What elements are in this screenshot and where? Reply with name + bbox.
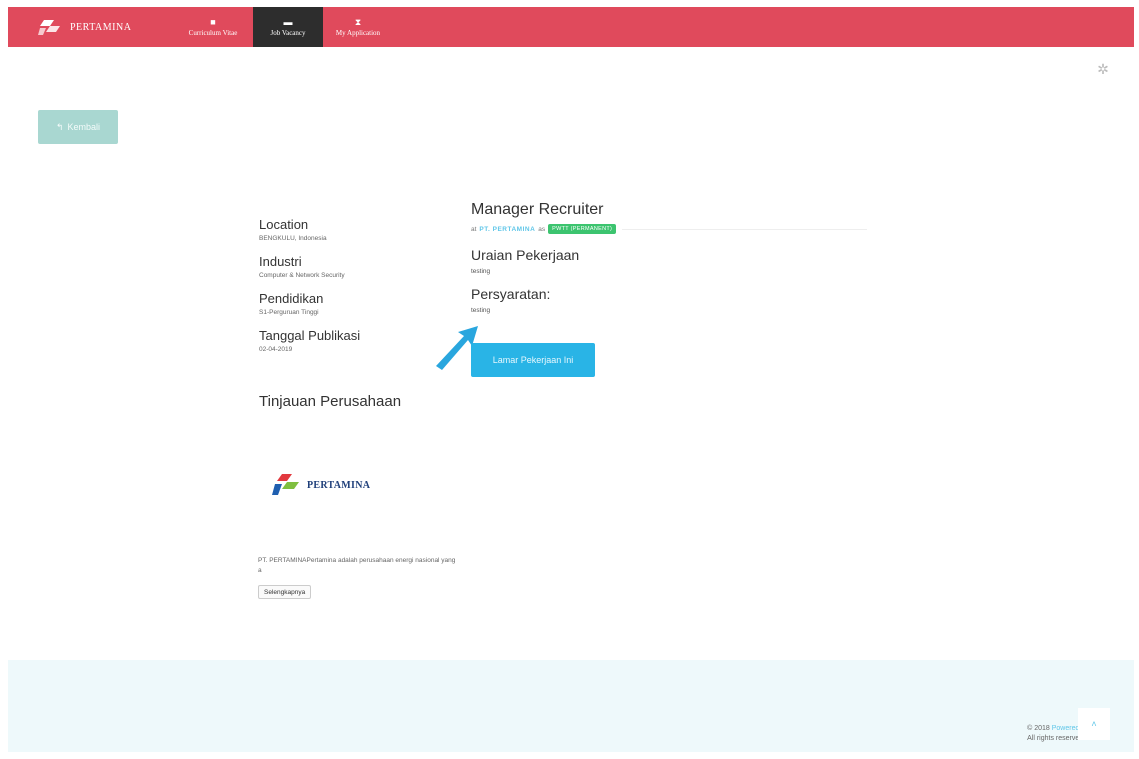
company-description: PT. PERTAMINAPertamina adalah perusahaan… bbox=[258, 557, 456, 574]
brand-name: PERTAMINA bbox=[70, 21, 132, 33]
job-detail-panel: Manager Recruiter at PT. PERTAMINA as PW… bbox=[471, 200, 911, 314]
education-value: S1-Perguruan Tinggi bbox=[259, 309, 319, 316]
apply-job-button[interactable]: Lamar Pekerjaan Ini bbox=[471, 343, 595, 377]
company-overview-title: Tinjauan Perusahaan bbox=[259, 393, 402, 410]
nav-label: My Application bbox=[335, 29, 381, 37]
hourglass-icon: ⧗ bbox=[354, 17, 362, 27]
job-title: Manager Recruiter bbox=[471, 201, 604, 218]
copyright: © 2018 bbox=[1027, 725, 1050, 732]
settings-icon[interactable]: ✲ bbox=[1094, 60, 1112, 78]
requirements-text: testing bbox=[471, 307, 491, 314]
education-title: Pendidikan bbox=[259, 291, 324, 306]
as-text: as bbox=[538, 225, 546, 233]
nav-label: Curriculum Vitae bbox=[188, 29, 238, 37]
folder-icon: ■ bbox=[210, 17, 216, 27]
company-logo-name: PERTAMINA bbox=[307, 479, 371, 491]
nav-curriculum-vitae[interactable]: ■ Curriculum Vitae bbox=[173, 7, 253, 47]
description-title: Uraian Pekerjaan bbox=[471, 247, 580, 263]
nav-label: Job Vacancy bbox=[270, 29, 306, 37]
requirements-title: Persyaratan: bbox=[471, 286, 551, 302]
reply-icon: ↰ bbox=[55, 121, 64, 132]
back-button-label: Kembali bbox=[67, 122, 101, 132]
read-more-button[interactable]: Selengkapnya bbox=[258, 585, 312, 599]
footer: © 2018 Powered B All rights reserved bbox=[8, 660, 1134, 752]
brand[interactable]: PERTAMINA bbox=[38, 17, 131, 37]
company-logo: PERTAMINA bbox=[272, 473, 370, 497]
pertamina-logo-icon bbox=[272, 474, 299, 495]
pertamina-logo-icon bbox=[38, 20, 60, 35]
published-title: Tanggal Publikasi bbox=[259, 328, 361, 343]
divider bbox=[622, 228, 868, 230]
job-meta: at PT. PERTAMINA as PWTT (PERMANENT) bbox=[471, 224, 911, 234]
top-navbar: PERTAMINA ■ Curriculum Vitae ▬ Job Vacan… bbox=[8, 7, 1134, 47]
published-value: 02-04-2019 bbox=[259, 346, 293, 353]
company-link[interactable]: PT. PERTAMINA bbox=[479, 226, 535, 233]
location-title: Location bbox=[259, 217, 309, 232]
back-button[interactable]: ↰ Kembali bbox=[38, 110, 118, 144]
nav-my-application[interactable]: ⧗ My Application bbox=[323, 7, 393, 47]
briefcase-icon: ▬ bbox=[283, 17, 293, 27]
industry-value: Computer & Network Security bbox=[259, 272, 345, 279]
scroll-to-top-button[interactable]: ˄ bbox=[1078, 708, 1110, 740]
job-info-panel: Location BENGKULU, Indonesia Industri Co… bbox=[259, 216, 439, 364]
description-text: testing bbox=[471, 268, 491, 275]
location-value: BENGKULU, Indonesia bbox=[259, 235, 327, 242]
chevron-up-icon: ˄ bbox=[1091, 719, 1097, 729]
nav-job-vacancy[interactable]: ▬ Job Vacancy bbox=[253, 7, 323, 47]
at-text: at bbox=[471, 225, 477, 233]
employment-type-badge: PWTT (PERMANENT) bbox=[548, 224, 617, 234]
industry-title: Industri bbox=[259, 254, 302, 269]
